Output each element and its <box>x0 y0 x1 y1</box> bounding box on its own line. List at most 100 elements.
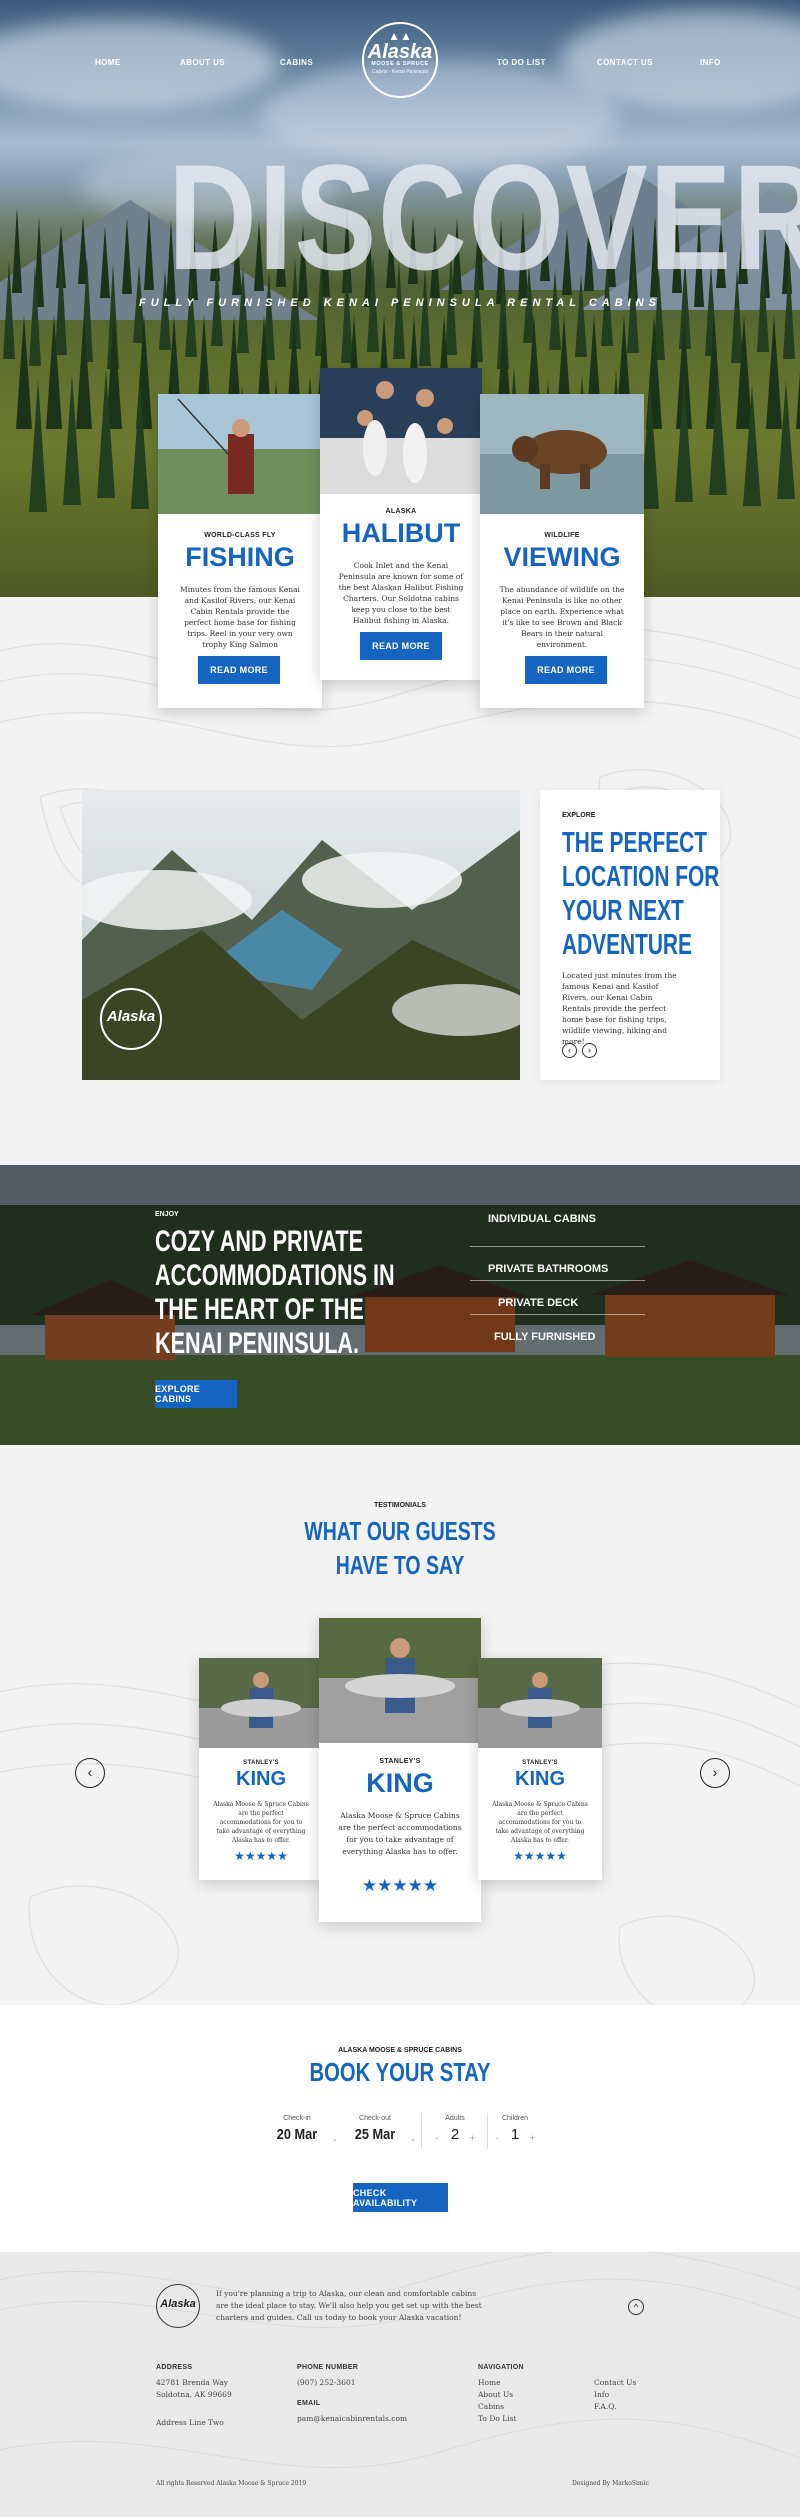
pine-tree <box>675 376 693 502</box>
feature-item: PRIVATE BATHROOMS <box>470 1247 645 1281</box>
activity-card-fishing: WORLD-CLASS FLY FISHING Minutes from the… <box>158 394 322 708</box>
card-body: Cook Inlet and the Kenai Peninsula are k… <box>338 561 464 625</box>
explore-panel: EXPLORE THE PERFECT LOCATION FOR YOUR NE… <box>540 790 720 1080</box>
address-line: Soldotna, AK 99669 <box>156 2390 232 2399</box>
star-rating: ★★★★★ <box>361 1876 439 1895</box>
booking-kicker: ALASKA MOOSE & SPRUCE CABINS <box>338 2047 462 2054</box>
logo-watermark: Alaska <box>100 988 162 1050</box>
testimonials-prev-icon[interactable]: ‹ <box>75 1758 105 1788</box>
testimonials-title: WHAT OUR GUESTS HAVE TO SAY <box>304 1516 496 1580</box>
logo-tagline: Cabins · Kenai Peninsula <box>371 69 429 75</box>
plus-icon[interactable]: + <box>530 2133 535 2143</box>
nav-cabins[interactable]: CABINS <box>280 58 313 67</box>
logo-name: Alaska <box>367 41 433 63</box>
footer-intro: If you're planning a trip to Alaska, our… <box>216 2289 482 2322</box>
feature-item: PRIVATE DECK <box>470 1281 645 1315</box>
explore-body: Located just minutes from the famous Ken… <box>562 971 677 1046</box>
checkout-field[interactable]: Check-out 25 Mar <box>340 2115 410 2143</box>
hero-subtitle: FULLY FURNISHED KENAI PENINSULA RENTAL C… <box>138 297 661 309</box>
booking-section: ALASKA MOOSE & SPRUCE CABINS BOOK YOUR S… <box>0 2005 800 2252</box>
nav-to-do-list[interactable]: TO DO LIST <box>497 58 546 67</box>
card-kicker: WORLD-CLASS FLY <box>204 532 276 539</box>
phone-label: PHONE NUMBER <box>297 2364 359 2371</box>
divider <box>487 2113 488 2149</box>
logo-sub: MOOSE & SPRUCE <box>371 61 429 67</box>
testimonials-kicker: TESTIMONIALS <box>373 1502 427 1509</box>
nav-info[interactable]: INFO <box>700 58 721 67</box>
navigation-label: NAVIGATION <box>478 2364 524 2371</box>
prev-arrow-icon[interactable]: ‹ <box>562 1043 577 1058</box>
logo[interactable]: ▲▲ Alaska MOOSE & SPRUCE Cabins · Kenai … <box>362 22 438 98</box>
enjoy-kicker: ENJOY <box>155 1211 179 1218</box>
footer-link-faq[interactable]: F.A.Q. <box>594 2401 616 2413</box>
pine-tree <box>46 315 62 429</box>
activity-card-viewing: WILDLIFE VIEWING The abundance of wildli… <box>480 394 644 708</box>
cabins-section: ENJOY COZY AND PRIVATE ACCOMMODATIONS IN… <box>0 1165 800 1445</box>
footer-link-home[interactable]: Home <box>478 2377 501 2389</box>
footer-link-cabins[interactable]: Cabins <box>478 2401 504 2413</box>
guest-photo <box>319 1618 481 1743</box>
pine-tree <box>29 378 47 512</box>
footer-link-to-do-list[interactable]: To Do List <box>478 2413 516 2425</box>
bear-photo <box>480 394 644 514</box>
card-kicker: ALASKA <box>385 508 417 515</box>
email-link[interactable]: pam@kenaicabinrentals.com <box>297 2413 407 2425</box>
activity-card-halibut: ALASKA HALIBUT Cook Inlet and the Kenai … <box>320 368 482 680</box>
hero-title: DISCOVER <box>168 133 800 301</box>
nav-about-us[interactable]: ABOUT US <box>180 58 225 67</box>
pine-tree <box>777 379 795 499</box>
booking-title: BOOK YOUR STAY <box>309 2057 491 2087</box>
pine-tree <box>97 368 115 498</box>
fjord-photo: Alaska <box>82 790 520 1080</box>
plus-icon[interactable]: + <box>470 2133 475 2143</box>
footer-logo[interactable]: Alaska <box>156 2284 200 2328</box>
testimonials-next-icon[interactable]: › <box>700 1758 730 1788</box>
guest-photo <box>199 1658 323 1748</box>
chevron-down-icon: ⌄ <box>332 2136 338 2143</box>
read-more-button[interactable]: READ MORE <box>360 632 442 660</box>
testimonial-card: STANLEY'S KING Alaska Moose & Spruce Cab… <box>478 1658 602 1880</box>
star-rating: ★★★★★ <box>234 1849 288 1863</box>
features-list: INDIVIDUAL CABINS PRIVATE BATHROOMS PRIV… <box>470 1213 645 1349</box>
checkin-field[interactable]: Check-in 20 Mar <box>262 2115 332 2143</box>
footer-link-info[interactable]: Info <box>594 2389 609 2401</box>
check-availability-button[interactable]: CHECK AVAILABILITY <box>353 2183 448 2212</box>
feature-item: INDIVIDUAL CABINS <box>470 1213 645 1247</box>
testimonial-card: STANLEY'S KING Alaska Moose & Spruce Cab… <box>199 1658 323 1880</box>
card-kicker: WILDLIFE <box>544 532 580 539</box>
explore-title: THE PERFECT LOCATION FOR YOUR NEXT ADVEN… <box>562 827 720 961</box>
designer-credit: Designed By MarkoSimic <box>572 2480 649 2487</box>
footer-link-contact-us[interactable]: Contact Us <box>594 2377 636 2389</box>
explore-kicker: EXPLORE <box>562 812 596 819</box>
pine-tree <box>122 218 132 294</box>
divider <box>421 2113 422 2149</box>
email-label: EMAIL <box>297 2400 321 2407</box>
nav-home[interactable]: HOME <box>95 58 121 67</box>
pine-tree <box>796 315 800 429</box>
address-line: Address Line Two <box>156 2418 224 2427</box>
card-title: FISHING <box>185 542 295 572</box>
halibut-photo <box>320 368 482 494</box>
star-rating: ★★★★★ <box>513 1849 567 1863</box>
fishing-photo <box>158 394 322 514</box>
address-line: 42781 Brenda Way <box>156 2378 229 2387</box>
next-arrow-icon[interactable]: › <box>582 1043 597 1058</box>
card-title: HALIBUT <box>341 518 461 548</box>
card-body: Minutes from the famous Kenai and Kasilo… <box>180 585 300 649</box>
read-more-button[interactable]: READ MORE <box>198 656 280 684</box>
footer-link-about-us[interactable]: About Us <box>478 2389 513 2401</box>
testimonial-card: STANLEY'S KING Alaska Moose & Spruce Cab… <box>319 1618 481 1922</box>
nav-contact-us[interactable]: CONTACT US <box>597 58 653 67</box>
scroll-up-icon[interactable]: ^ <box>628 2299 644 2315</box>
minus-icon[interactable]: - <box>496 2133 499 2143</box>
pine-tree <box>131 381 149 509</box>
read-more-button[interactable]: READ MORE <box>525 656 607 684</box>
explore-cabins-button[interactable]: EXPLORE CABINS <box>155 1380 237 1408</box>
phone-link[interactable]: (907) 252-3601 <box>297 2377 356 2389</box>
minus-icon[interactable]: - <box>435 2133 438 2143</box>
guest-photo <box>478 1658 602 1748</box>
pine-tree <box>743 384 761 506</box>
address-label: ADDRESS <box>156 2364 193 2371</box>
feature-item: FULLY FURNISHED <box>494 1331 596 1343</box>
card-body: The abundance of wildlife on the Kenai P… <box>499 585 625 649</box>
